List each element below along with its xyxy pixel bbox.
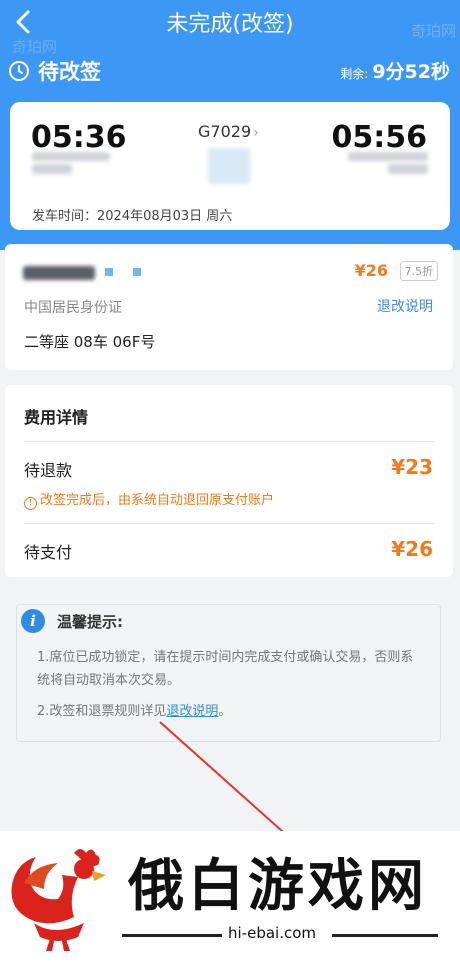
- train-number: G7029: [198, 122, 252, 141]
- tip-1: 1.席位已成功锁定，请在提示时间内完成支付或确认交易，否则系统将自动取消本次交易…: [37, 650, 414, 688]
- divider: [24, 441, 434, 442]
- redacted-mark: [133, 268, 141, 276]
- tips-title: 温馨提示:: [57, 613, 123, 631]
- tips-box: i 温馨提示: 1.席位已成功锁定，请在提示时间内完成支付或确认交易，否则系统将…: [16, 604, 441, 742]
- pay-label: 待支付: [24, 543, 73, 562]
- info-icon: i: [21, 609, 45, 633]
- order-status: 待改签: [38, 60, 101, 84]
- departure-time: 05:36: [31, 120, 127, 155]
- page-title: 未完成(改签): [166, 12, 294, 37]
- id-type: 中国居民身份证: [24, 300, 122, 316]
- tip-refund-rules-link[interactable]: 退改说明: [166, 704, 218, 719]
- divider: [332, 934, 438, 937]
- redacted-passenger-name: [23, 266, 95, 280]
- redacted-duration: [208, 148, 250, 184]
- arrival-time: 05:56: [331, 120, 428, 155]
- redacted-departure-station: [32, 152, 110, 161]
- passenger-card: ¥26 7.5折 中国居民身份证 退改说明 二等座 08车 06F号: [5, 244, 453, 370]
- corner-watermark-left: 奇珀网: [12, 38, 58, 56]
- fee-details-title: 费用详情: [24, 408, 89, 427]
- redacted-arrival-station: [348, 152, 428, 161]
- tip-2: 2.改签和退票规则详见退改说明。: [37, 700, 422, 723]
- trip-card: 05:36 G7029 › 05:56 发车时间：2024年08月03日 周六: [10, 102, 450, 230]
- divider: [122, 934, 222, 937]
- ticket-price: ¥26: [354, 261, 388, 280]
- refund-amount: ¥23: [391, 455, 433, 479]
- fee-details-card: 费用详情 待退款 ¥23 ! 改签完成后，由系统自动退回原支付账户 待支付 ¥26: [5, 385, 453, 577]
- discount-badge: 7.5折: [399, 261, 438, 281]
- brand-url: hi-ebai.com: [228, 924, 317, 942]
- status-row: 待改签 剩余: 9分52秒: [8, 56, 450, 86]
- countdown: 剩余: 9分52秒: [340, 57, 450, 84]
- countdown-prefix: 剩余:: [340, 67, 369, 81]
- chevron-right-icon: ›: [253, 125, 259, 141]
- corner-watermark: 奇珀网: [410, 22, 456, 40]
- warning-icon: !: [24, 497, 37, 510]
- brand-name: 俄白游戏网: [128, 853, 428, 919]
- refund-note: ! 改签完成后，由系统自动退回原支付账户: [24, 489, 274, 510]
- train-number-link[interactable]: G7029 ›: [198, 122, 259, 141]
- tip-2-prefix: 2.改签和退票规则详见: [37, 704, 167, 719]
- refund-note-text: 改签完成后，由系统自动退回原支付账户: [40, 493, 275, 508]
- watermark-banner: 俄白游戏网 hi-ebai.com: [0, 831, 460, 972]
- departure-date: 发车时间：2024年08月03日 周六: [32, 209, 233, 224]
- refund-label: 待退款: [24, 461, 73, 480]
- redacted-mark: [105, 268, 113, 276]
- redacted-departure-station-line2: [32, 164, 72, 174]
- refund-rules-link[interactable]: 退改说明: [377, 296, 433, 316]
- rooster-logo-icon: [11, 849, 106, 951]
- divider: [24, 523, 434, 524]
- tip-2-suffix: 。: [218, 704, 232, 719]
- pay-amount: ¥26: [391, 537, 433, 561]
- redacted-arrival-station-line2: [388, 164, 428, 174]
- clock-icon: [9, 61, 29, 81]
- seat-info: 二等座 08车 06F号: [24, 333, 156, 351]
- header-bar: 未完成(改签) 奇珀网 奇珀网 待改签 剩余: 9分52秒 05:36 G7029…: [0, 0, 460, 250]
- countdown-value: 9分52秒: [372, 61, 450, 83]
